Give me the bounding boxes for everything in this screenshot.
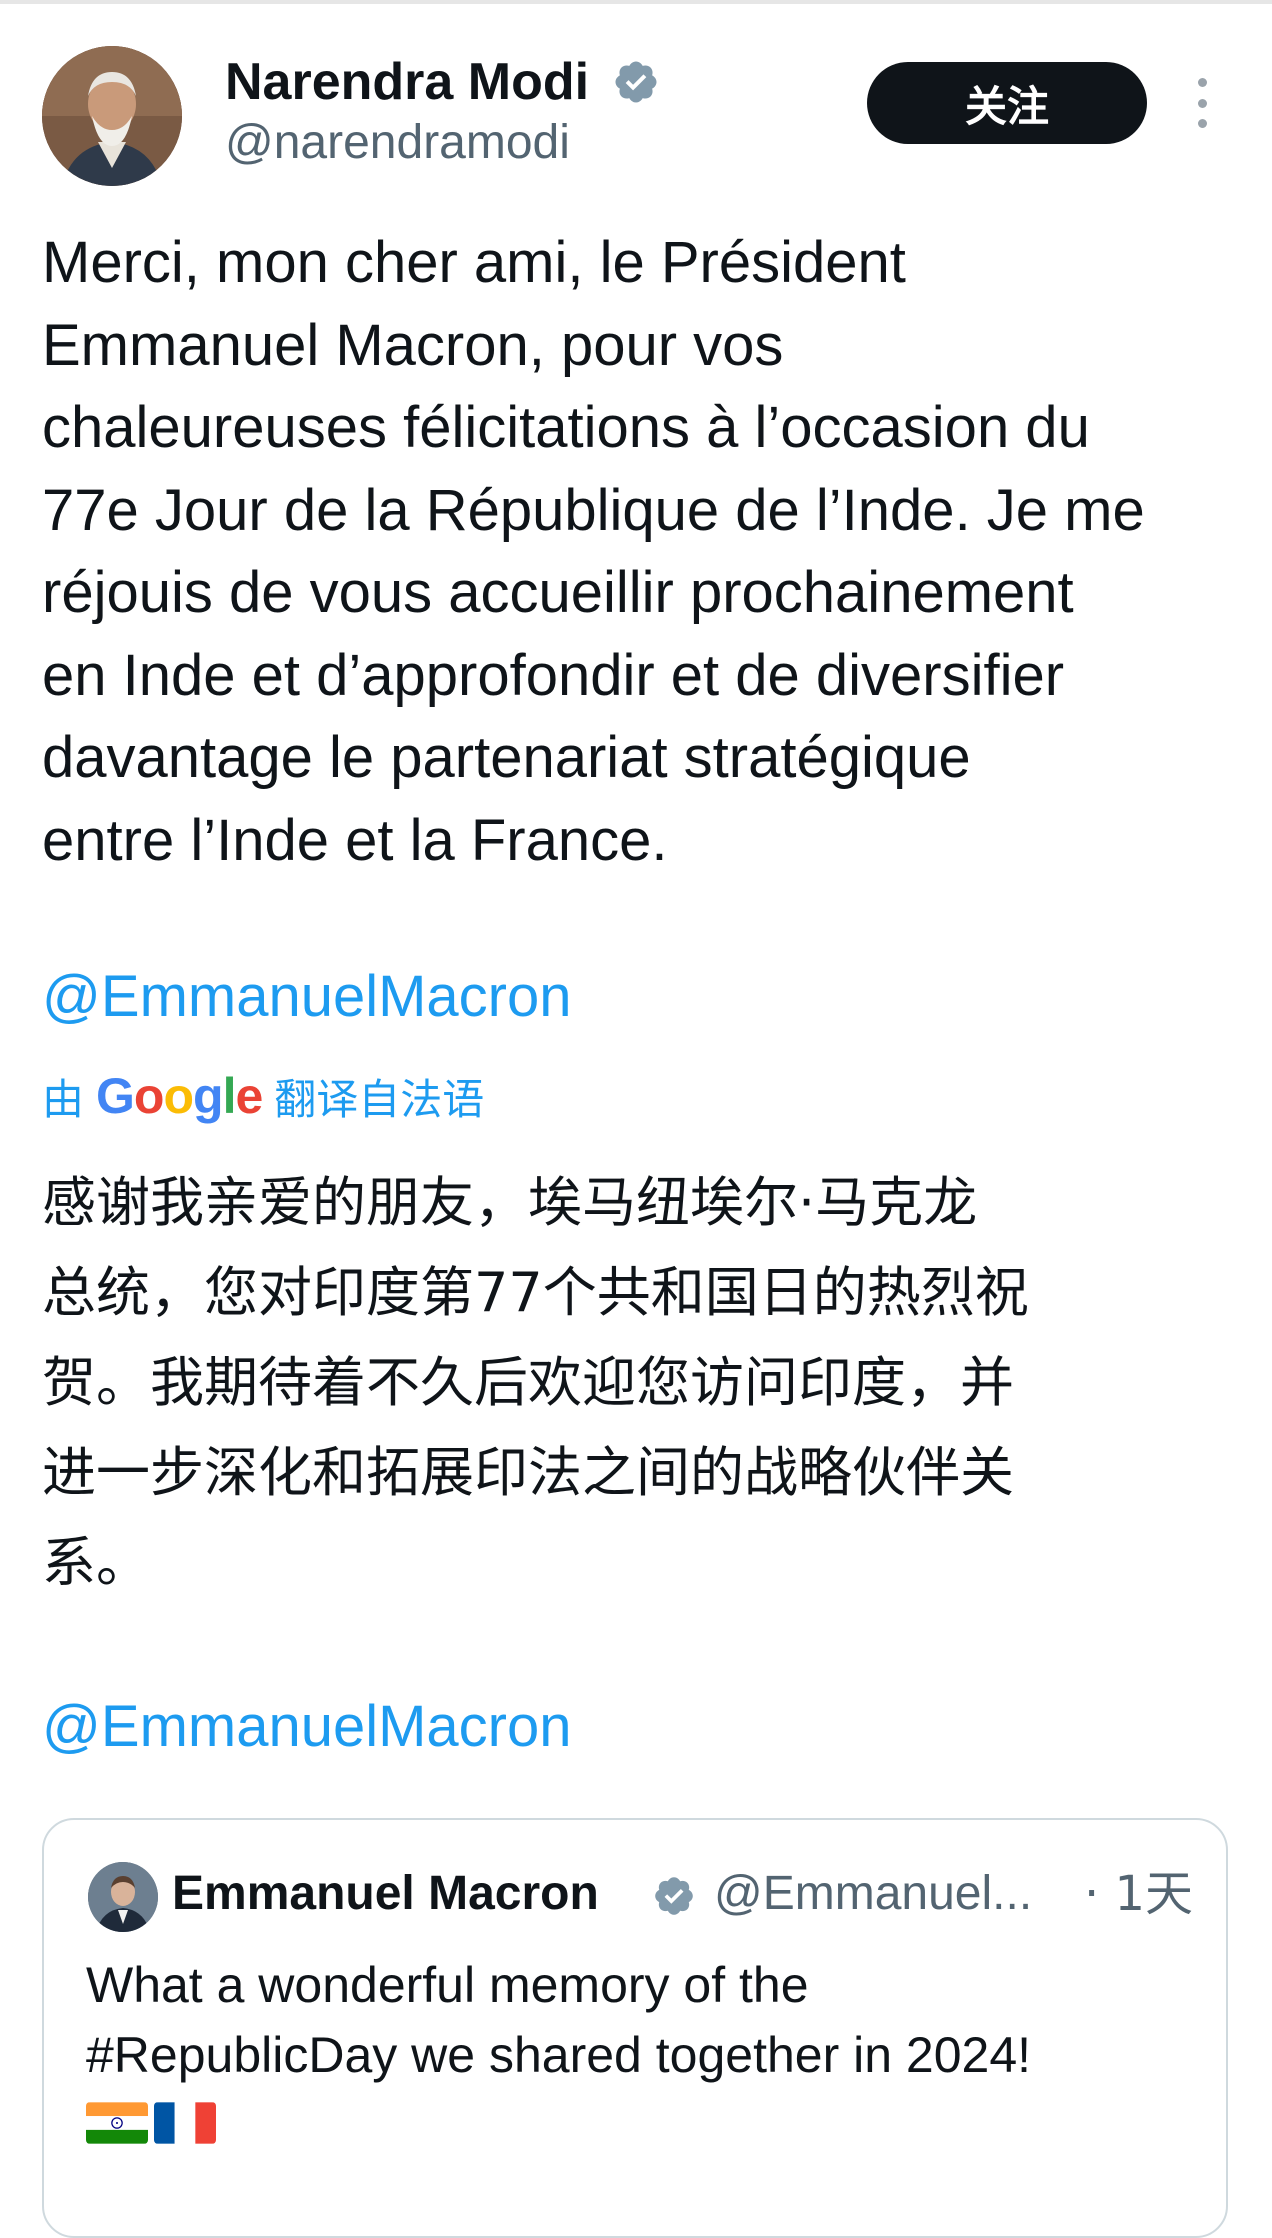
quoted-text-line: What a wonderful memory of the [86, 1957, 809, 2013]
quoted-verified-badge-icon [655, 1877, 693, 1915]
translated-text-line: 感谢我亲爱的朋友，埃马纽埃尔·马克龙 [42, 1171, 978, 1234]
author-handle[interactable]: @narendramodi [225, 114, 570, 172]
translated-mention-link[interactable]: @EmmanuelMacron [42, 1692, 572, 1762]
translated-text-line: 总统，您对印度第77个共和国日的热烈祝 [42, 1261, 1029, 1324]
top-divider [0, 0, 1272, 4]
quoted-author-avatar[interactable] [88, 1862, 158, 1932]
author-avatar[interactable] [42, 46, 182, 186]
quoted-tweet-card[interactable]: Emmanuel Macron @Emmanuel... · 1天 What a… [42, 1818, 1228, 2238]
translated-by-google[interactable]: 由 Google 翻译自法语 [42, 1068, 484, 1124]
follow-button[interactable]: 关注 [867, 62, 1147, 144]
author-name[interactable]: Narendra Modi [225, 52, 589, 112]
translated-text: 感谢我亲爱的朋友，埃马纽埃尔·马克龙 总统，您对印度第77个共和国日的热烈祝 贺… [42, 1158, 1242, 1608]
quoted-text-line: #RepublicDay we shared together in 2024! [86, 2027, 1032, 2083]
tweet-text-line: Merci, mon cher ami, le Président [42, 230, 906, 295]
quoted-tweet-time[interactable]: · 1天 [1084, 1864, 1193, 1924]
translation-suffix: 翻译自法语 [274, 1074, 485, 1124]
translation-prefix: 由 [42, 1074, 85, 1124]
tweet-text-line: réjouis de vous accueillir prochainement [42, 560, 1074, 625]
quoted-author-handle[interactable]: @Emmanuel... [714, 1864, 1054, 1924]
mention-link[interactable]: @EmmanuelMacron [42, 962, 572, 1032]
tweet-text-line: chaleureuses félicitations à l’occasion … [42, 395, 1090, 460]
quoted-tweet-text: What a wonderful memory of the #Republic… [86, 1950, 1186, 2090]
france-flag-icon [154, 2102, 216, 2144]
tweet-text-line: Emmanuel Macron, pour vos [42, 312, 784, 378]
tweet-text-line: en Inde et d’approfondir et de diversifi… [42, 642, 1065, 708]
tweet-text-line: entre l’Inde et la France. [42, 807, 668, 873]
translated-text-line: 进一步深化和拓展印法之间的战略伙伴关 [42, 1441, 1014, 1504]
translated-text-line: 系。 [42, 1531, 150, 1594]
india-flag-icon [86, 2102, 148, 2144]
translated-text-line: 贺。我期待着不久后欢迎您访问印度，并 [42, 1351, 1014, 1414]
more-options-icon[interactable] [1190, 78, 1214, 128]
tweet-text-line: 77e Jour de la République de l’Inde. Je … [42, 477, 1145, 543]
tweet-text: Merci, mon cher ami, le Président Emmanu… [42, 222, 1242, 882]
quoted-author-name[interactable]: Emmanuel Macron [172, 1864, 599, 1924]
flag-emojis [86, 2102, 216, 2144]
google-logo: Google [96, 1068, 263, 1124]
tweet-text-line: davantage le partenariat stratégique [42, 725, 971, 790]
verified-badge-icon [615, 61, 657, 103]
